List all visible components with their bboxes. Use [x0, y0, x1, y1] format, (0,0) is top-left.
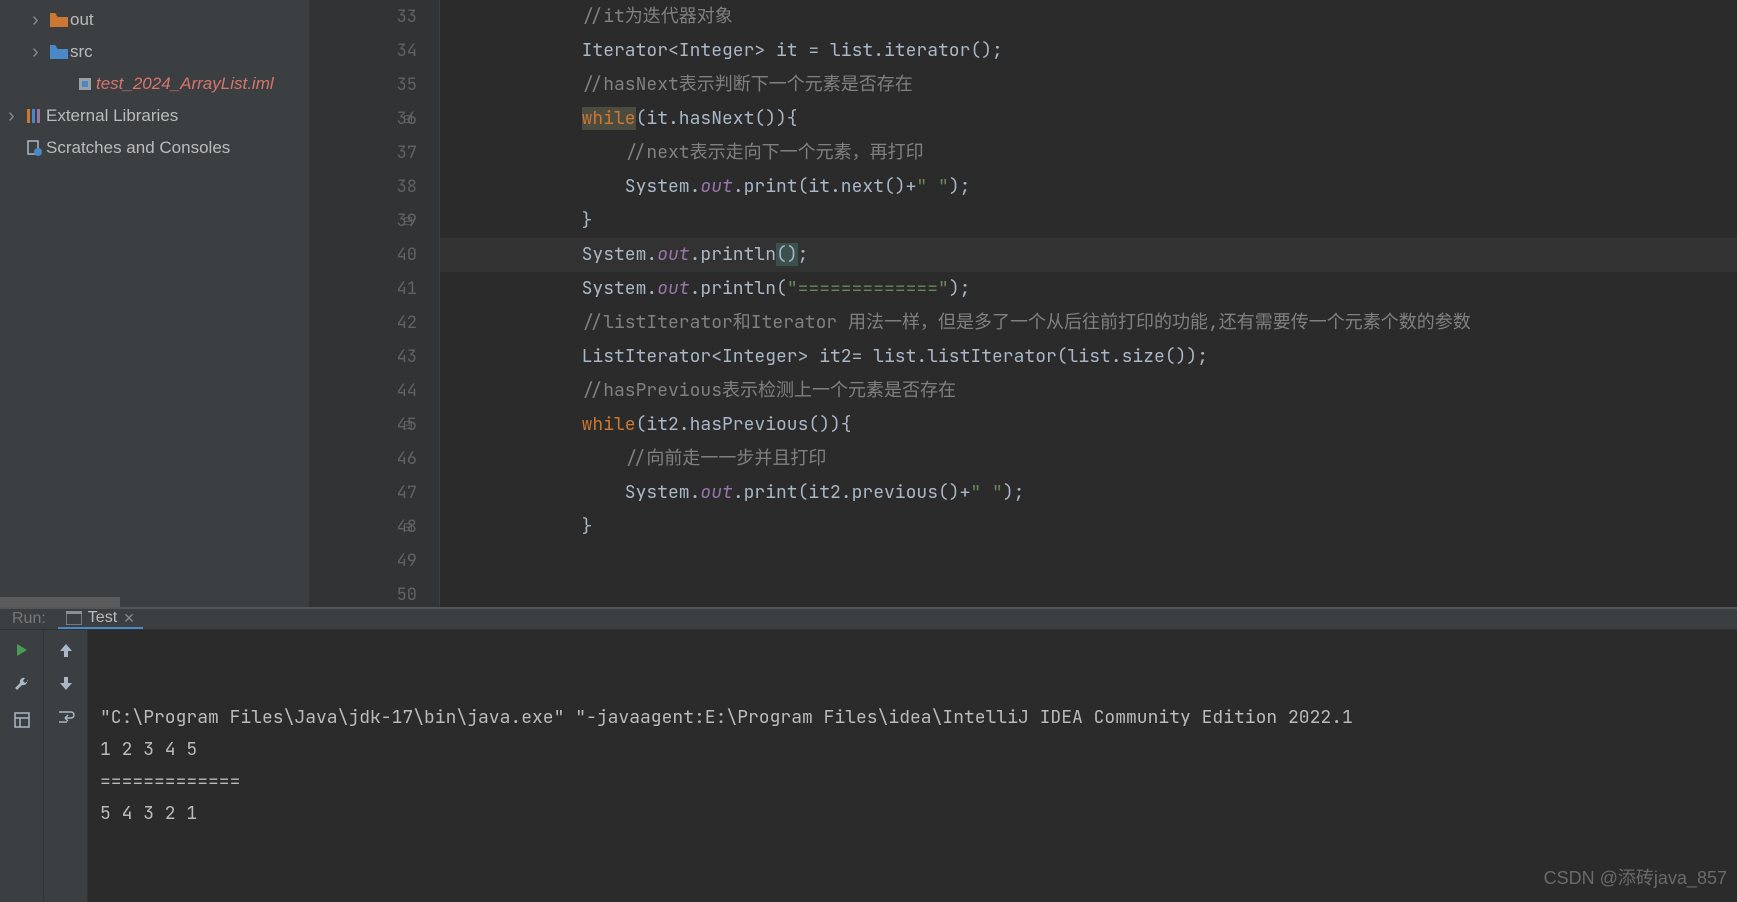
- output-line: 1 2 3 4 5: [100, 734, 1725, 766]
- line-number[interactable]: 46: [310, 442, 417, 476]
- run-tool-window: Run: Test ✕: [0, 607, 1737, 885]
- code-line[interactable]: System.out.print(it.next()+" ");: [440, 170, 1737, 204]
- libraries-icon: [24, 108, 46, 124]
- line-number[interactable]: 50: [310, 578, 417, 607]
- code-line[interactable]: //next表示走向下一个元素，再打印: [440, 136, 1737, 170]
- code-line[interactable]: [440, 578, 1737, 607]
- code-line[interactable]: while(it2.hasPrevious()){: [440, 408, 1737, 442]
- run-header: Run: Test ✕: [0, 609, 1737, 630]
- down-arrow-icon[interactable]: [59, 676, 73, 692]
- code-line[interactable]: System.out.println("=============");: [440, 272, 1737, 306]
- code-line[interactable]: while(it.hasNext()){: [440, 102, 1737, 136]
- tree-item-label: src: [70, 42, 93, 62]
- folder-icon: [48, 45, 70, 59]
- up-arrow-icon[interactable]: [59, 642, 73, 658]
- line-number[interactable]: 36⊟: [310, 102, 417, 136]
- line-number[interactable]: 41: [310, 272, 417, 306]
- tree-item-external-libraries[interactable]: › External Libraries: [0, 100, 309, 132]
- module-icon: [74, 76, 96, 92]
- tree-item-src[interactable]: › src: [0, 36, 309, 68]
- line-number[interactable]: 35: [310, 68, 417, 102]
- line-number[interactable]: 47: [310, 476, 417, 510]
- code-editor[interactable]: 33343536⊟373839⊟404142434445⊟464748⊟4950…: [310, 0, 1737, 607]
- wrap-icon[interactable]: [57, 710, 75, 724]
- code-line[interactable]: System.out.print(it2.previous()+" ");: [440, 476, 1737, 510]
- terminal-icon: [66, 611, 82, 625]
- scratches-icon: [24, 140, 46, 156]
- output-line: "C:\Program Files\Java\jdk-17\bin\java.e…: [100, 702, 1725, 734]
- project-tree-sidebar: › out › srctest_2024_ArrayList.iml › External…: [0, 0, 310, 607]
- output-line: 5 4 3 2 1: [100, 798, 1725, 830]
- line-number[interactable]: 44: [310, 374, 417, 408]
- fold-open-icon[interactable]: ⊟: [403, 408, 413, 442]
- chevron-right-icon[interactable]: ›: [32, 9, 48, 32]
- tree-item-out[interactable]: › out: [0, 4, 309, 36]
- close-icon[interactable]: ✕: [123, 610, 135, 627]
- line-number[interactable]: 34: [310, 34, 417, 68]
- code-line[interactable]: //it为迭代器对象: [440, 0, 1737, 34]
- fold-close-icon[interactable]: ⊟: [403, 510, 413, 544]
- run-output[interactable]: "C:\Program Files\Java\jdk-17\bin\java.e…: [88, 630, 1737, 902]
- code-line[interactable]: Iterator<Integer> it = list.iterator();: [440, 34, 1737, 68]
- line-number[interactable]: 40: [310, 238, 417, 272]
- tree-item-label: test_2024_ArrayList.iml: [96, 74, 274, 94]
- code-line[interactable]: System.out.println();: [440, 238, 1737, 272]
- line-number[interactable]: 48⊟: [310, 510, 417, 544]
- tree-item-test-2024-arraylist-iml[interactable]: test_2024_ArrayList.iml: [0, 68, 309, 100]
- tree-item-scratches-and-consoles[interactable]: Scratches and Consoles: [0, 132, 309, 164]
- fold-open-icon[interactable]: ⊟: [403, 102, 413, 136]
- line-number[interactable]: 39⊟: [310, 204, 417, 238]
- code-line[interactable]: //hasNext表示判断下一个元素是否存在: [440, 68, 1737, 102]
- code-line[interactable]: ListIterator<Integer> it2= list.listIter…: [440, 340, 1737, 374]
- layout-icon[interactable]: [14, 712, 30, 728]
- line-number[interactable]: 37: [310, 136, 417, 170]
- code-line[interactable]: //listIterator和Iterator 用法一样，但是多了一个从后往前打…: [440, 306, 1737, 340]
- watermark: CSDN @添砖java_857: [1544, 862, 1727, 894]
- folder-icon: [48, 13, 70, 27]
- code-line[interactable]: [440, 544, 1737, 578]
- line-number-gutter[interactable]: 33343536⊟373839⊟404142434445⊟464748⊟4950: [310, 0, 440, 607]
- code-line[interactable]: //向前走一一步并且打印: [440, 442, 1737, 476]
- run-toolbar-left: [0, 630, 44, 902]
- run-toolbar-nav: [44, 630, 88, 902]
- run-tab[interactable]: Test ✕: [58, 609, 143, 629]
- line-number[interactable]: 49: [310, 544, 417, 578]
- code-line[interactable]: }: [440, 204, 1737, 238]
- output-line: =============: [100, 766, 1725, 798]
- fold-close-icon[interactable]: ⊟: [403, 204, 413, 238]
- run-tab-label: Test: [88, 609, 117, 627]
- line-number[interactable]: 38: [310, 170, 417, 204]
- line-number[interactable]: 42: [310, 306, 417, 340]
- chevron-right-icon[interactable]: ›: [32, 41, 48, 64]
- tree-item-label: out: [70, 10, 94, 30]
- sidebar-scrollbar[interactable]: [0, 597, 309, 607]
- line-number[interactable]: 43: [310, 340, 417, 374]
- tree-item-label: External Libraries: [46, 106, 178, 126]
- line-number[interactable]: 33: [310, 0, 417, 34]
- wrench-icon[interactable]: [13, 676, 31, 694]
- tree-item-label: Scratches and Consoles: [46, 138, 230, 158]
- run-panel-label: Run:: [0, 610, 58, 628]
- code-line[interactable]: }: [440, 510, 1737, 544]
- code-area[interactable]: //it为迭代器对象 Iterator<Integer> it = list.i…: [440, 0, 1737, 607]
- code-line[interactable]: //hasPrevious表示检测上一个元素是否存在: [440, 374, 1737, 408]
- line-number[interactable]: 45⊟: [310, 408, 417, 442]
- run-icon[interactable]: [14, 642, 30, 658]
- chevron-right-icon[interactable]: ›: [8, 105, 24, 128]
